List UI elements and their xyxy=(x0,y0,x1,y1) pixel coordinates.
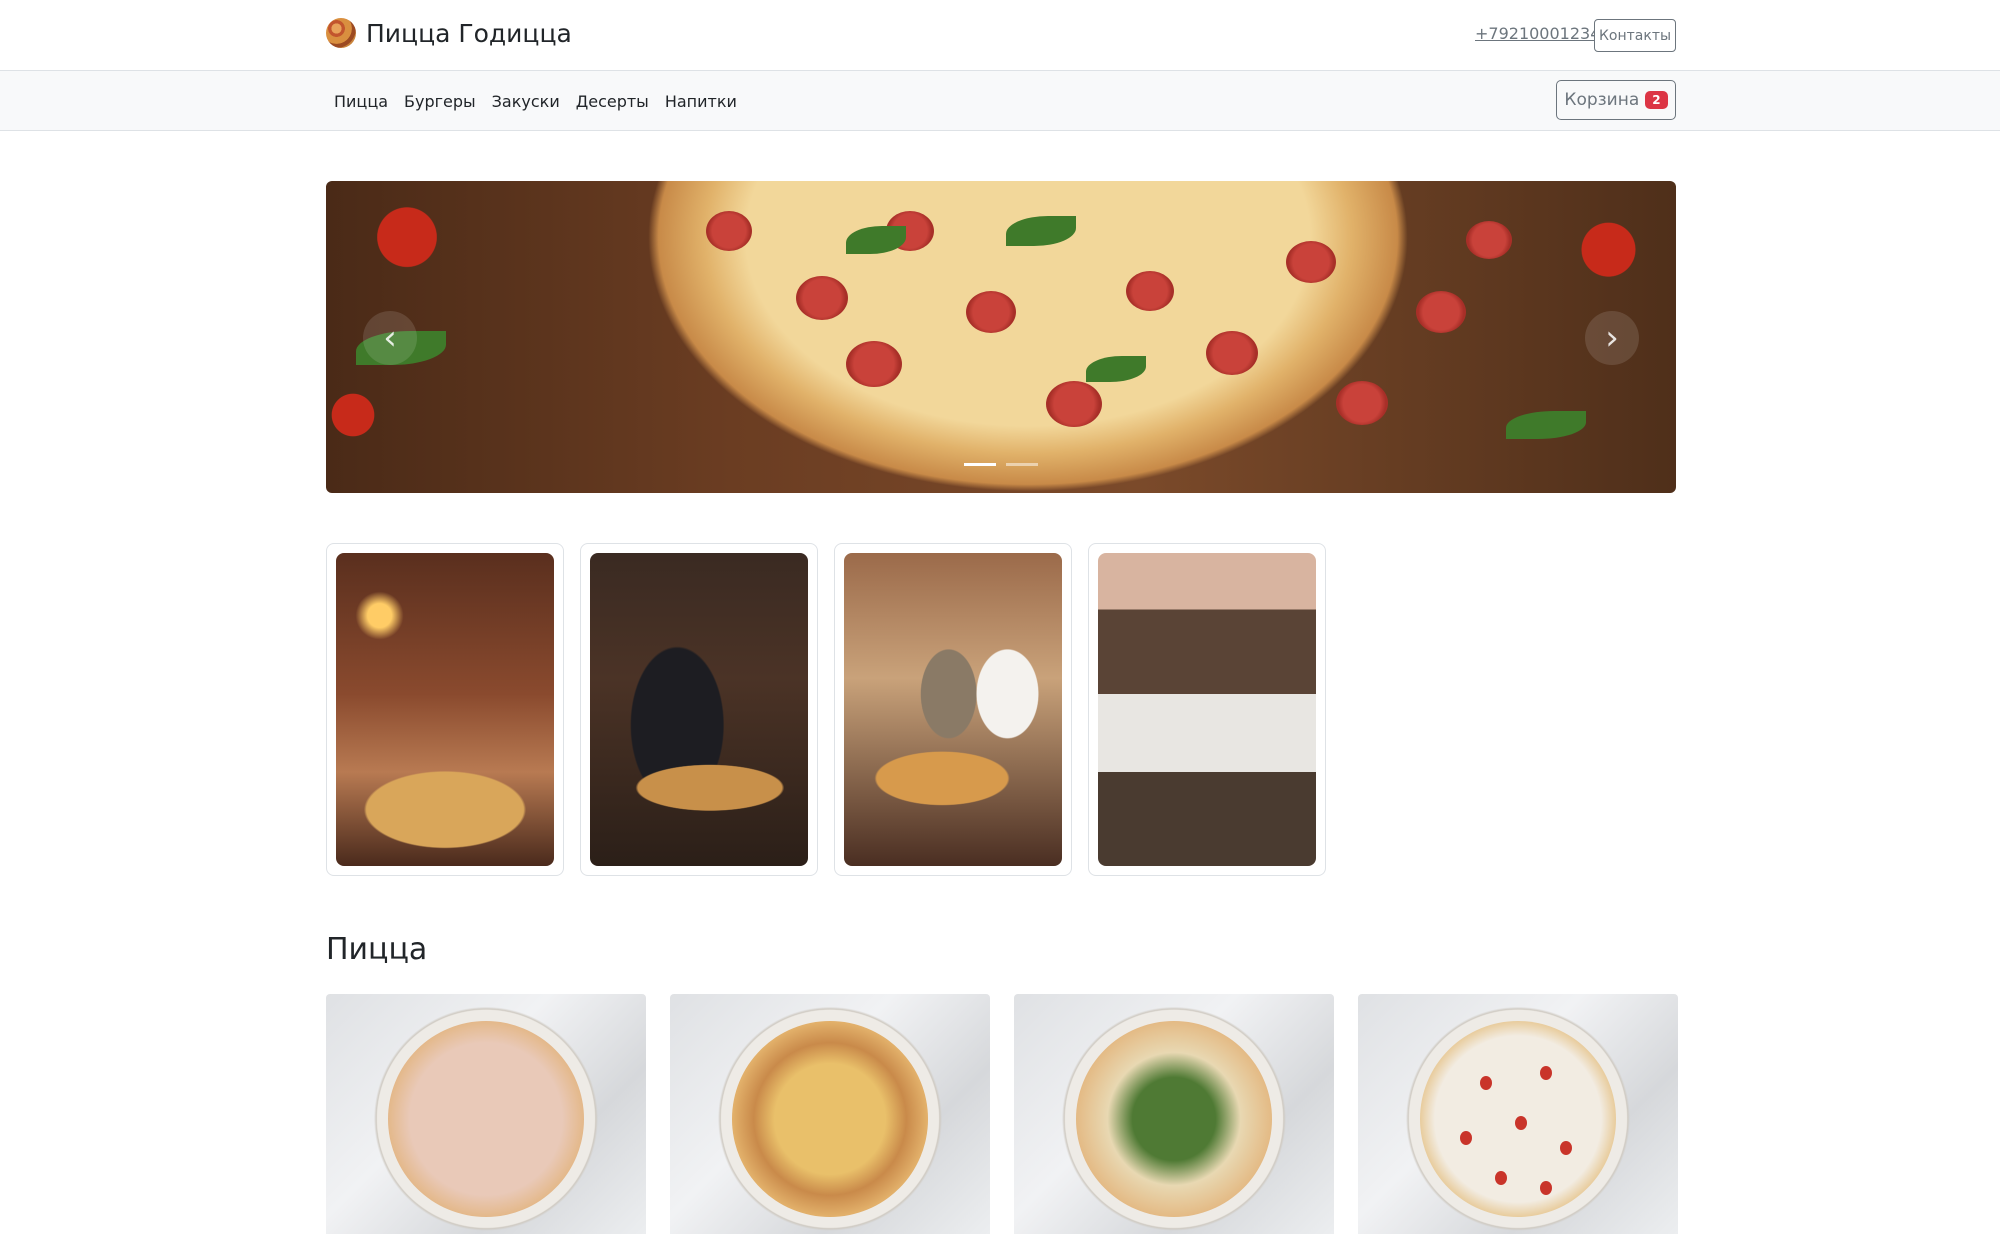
nav-item-desserts[interactable]: Десерты xyxy=(568,92,657,111)
cart-label: Корзина xyxy=(1564,90,1640,110)
nav-item-burgers[interactable]: Бургеры xyxy=(396,92,484,111)
category-nav-list: Пицца Бургеры Закуски Десерты Напитки xyxy=(326,71,745,131)
gallery-image xyxy=(336,553,554,866)
carousel-indicator-2[interactable] xyxy=(1006,463,1038,466)
product-image xyxy=(732,1020,928,1217)
gallery-card[interactable] xyxy=(1088,543,1326,876)
gallery-image xyxy=(844,553,1062,866)
hero-carousel: ‹ › xyxy=(326,181,1676,493)
contacts-button[interactable]: Контакты xyxy=(1594,19,1676,52)
carousel-prev-button[interactable]: ‹ xyxy=(363,311,417,365)
brand-title: Пицца Годицца xyxy=(366,18,572,48)
product-list xyxy=(326,994,1678,1234)
carousel-next-button[interactable]: › xyxy=(1585,311,1639,365)
photo-gallery xyxy=(326,543,1326,876)
product-image xyxy=(1420,1020,1616,1217)
phone-link[interactable]: +79210001234 xyxy=(1475,24,1600,43)
product-card[interactable] xyxy=(1014,994,1334,1234)
carousel-indicator-1[interactable] xyxy=(964,463,996,466)
category-navbar: Пицца Бургеры Закуски Десерты Напитки Ко… xyxy=(0,71,2000,131)
gallery-card[interactable] xyxy=(834,543,1072,876)
nav-item-snacks[interactable]: Закуски xyxy=(484,92,568,111)
product-card[interactable] xyxy=(326,994,646,1234)
cart-count-badge: 2 xyxy=(1645,91,1668,109)
pizza-logo-icon xyxy=(326,18,356,48)
product-image xyxy=(388,1020,584,1217)
gallery-image xyxy=(1098,553,1316,866)
gallery-card[interactable] xyxy=(580,543,818,876)
chevron-right-icon: › xyxy=(1605,318,1619,358)
nav-item-pizza[interactable]: Пицца xyxy=(326,92,396,111)
product-card[interactable] xyxy=(1358,994,1678,1234)
product-card[interactable] xyxy=(670,994,990,1234)
brand-link[interactable]: Пицца Годицца xyxy=(326,18,572,48)
gallery-image xyxy=(590,553,808,866)
carousel-indicators xyxy=(326,463,1676,466)
chevron-left-icon: ‹ xyxy=(383,318,397,358)
cart-button[interactable]: Корзина 2 xyxy=(1556,80,1676,120)
nav-item-drinks[interactable]: Напитки xyxy=(657,92,745,111)
gallery-card[interactable] xyxy=(326,543,564,876)
section-title: Пицца xyxy=(326,932,428,967)
carousel-slide-image xyxy=(326,181,1676,493)
top-header: Пицца Годицца +79210001234 Контакты xyxy=(0,0,2000,71)
product-image xyxy=(1076,1020,1272,1217)
